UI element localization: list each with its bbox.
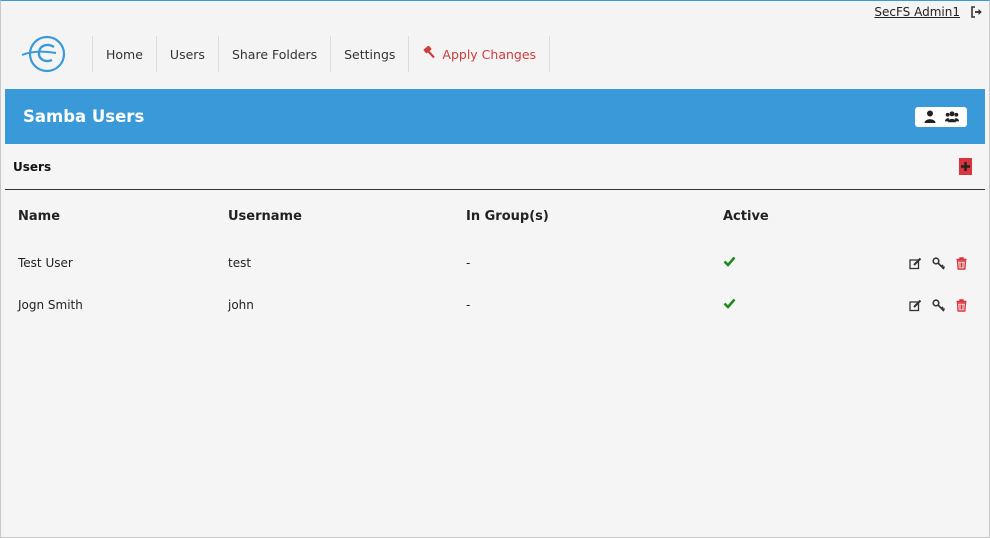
nav-home-label: Home xyxy=(106,46,143,62)
apply-changes-label: Apply Changes xyxy=(442,46,537,62)
panel-header: Users xyxy=(5,144,985,190)
cell-name: Jogn Smith xyxy=(18,298,83,312)
nav-share-folders-label: Share Folders xyxy=(231,46,318,62)
users-icon[interactable] xyxy=(945,110,959,123)
header-button-group xyxy=(915,106,967,127)
cell-username: john xyxy=(228,298,254,312)
table-header-row: Name Username In Group(s) Active xyxy=(10,190,980,242)
page-header: Samba Users xyxy=(5,89,985,144)
column-header-actions xyxy=(863,190,980,242)
key-icon[interactable] xyxy=(932,256,945,270)
column-header-groups[interactable]: In Group(s) xyxy=(466,190,723,242)
trash-icon[interactable] xyxy=(955,256,968,270)
table-row: Test User test - xyxy=(10,242,980,284)
cell-active xyxy=(723,242,863,284)
apply-changes-button[interactable]: Apply Changes xyxy=(408,36,551,72)
cell-actions xyxy=(863,242,980,284)
page-title: Samba Users xyxy=(23,107,145,126)
logout-icon[interactable] xyxy=(970,5,984,19)
cell-groups: - xyxy=(466,256,471,270)
cell-active xyxy=(723,284,863,326)
check-icon xyxy=(723,256,736,270)
gavel-icon xyxy=(422,45,436,62)
cell-username: test xyxy=(228,256,252,270)
nav-users[interactable]: Users xyxy=(155,36,218,72)
nav-share-folders[interactable]: Share Folders xyxy=(217,36,330,72)
nav-settings[interactable]: Settings xyxy=(330,36,408,72)
cell-groups: - xyxy=(466,298,471,312)
edit-icon[interactable] xyxy=(909,299,922,312)
cell-actions xyxy=(863,284,980,326)
users-table: Name Username In Group(s) Active Test Us… xyxy=(10,190,980,326)
column-header-name[interactable]: Name xyxy=(10,190,228,242)
edit-icon[interactable] xyxy=(909,257,922,270)
column-header-username[interactable]: Username xyxy=(228,190,466,242)
nav-home[interactable]: Home xyxy=(92,36,156,72)
trash-icon[interactable] xyxy=(955,298,968,312)
users-panel: Users Name Username In Group(s) Active T… xyxy=(5,144,985,536)
column-header-active[interactable]: Active xyxy=(723,190,863,242)
main-nav: Home Users Share Folders Settings Apply … xyxy=(18,31,551,77)
table-row: Jogn Smith john - xyxy=(10,284,980,326)
nav-settings-label: Settings xyxy=(344,46,396,62)
panel-title: Users xyxy=(13,159,52,174)
user-icon[interactable] xyxy=(923,110,937,123)
cell-name: Test User xyxy=(18,256,73,270)
topbar: SecFS Admin1 xyxy=(874,4,984,20)
key-icon[interactable] xyxy=(932,298,945,312)
account-link[interactable]: SecFS Admin1 xyxy=(874,5,960,19)
plus-icon[interactable] xyxy=(959,158,972,175)
logo-icon[interactable] xyxy=(18,31,72,77)
check-icon xyxy=(723,298,736,312)
nav-users-label: Users xyxy=(169,46,205,62)
